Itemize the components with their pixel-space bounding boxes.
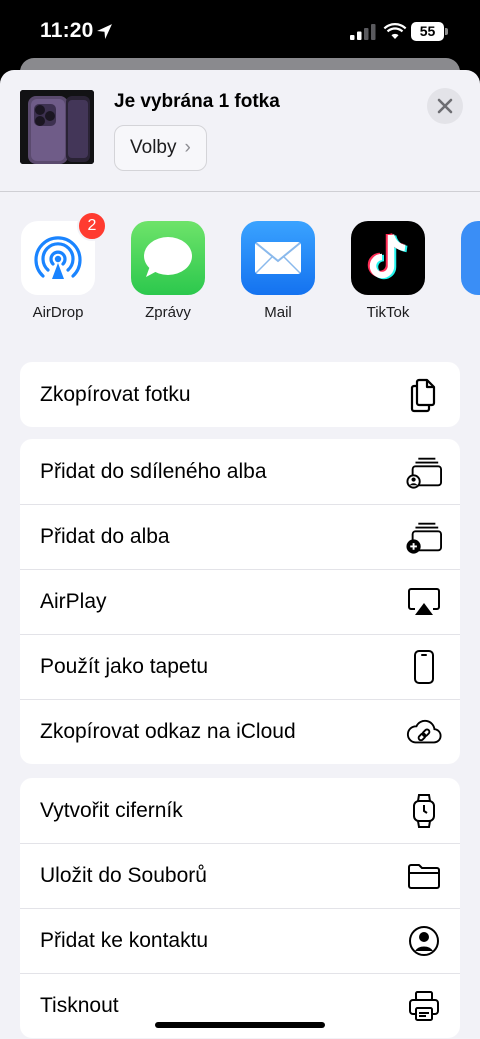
location-arrow-icon [97, 24, 112, 39]
app-label: TikTok [366, 304, 410, 321]
action-group-other: Vytvořit ciferník Uložit do Souborů Přid… [20, 778, 460, 1038]
phone-icon [406, 649, 442, 685]
action-label: Zkopírovat odkaz na iCloud [40, 719, 296, 743]
action-label: Zkopírovat fotku [40, 382, 191, 406]
copy-icon [406, 377, 442, 413]
action-copy-photo[interactable]: Zkopírovat fotku [20, 362, 460, 427]
header-divider [0, 191, 480, 192]
options-label: Volby [130, 137, 177, 158]
folder-icon [406, 858, 442, 894]
battery-level: 55 [411, 22, 444, 41]
action-label: Přidat ke kontaktu [40, 928, 209, 952]
action-airplay[interactable]: AirPlay [20, 569, 460, 634]
action-save-to-files[interactable]: Uložit do Souborů [20, 843, 460, 908]
battery-indicator: 55 [411, 22, 448, 41]
airdrop-icon: 2 [21, 211, 107, 295]
action-label: Přidat do sdíleného alba [40, 459, 267, 483]
home-indicator [155, 1022, 325, 1028]
cellular-signal-icon [350, 24, 376, 40]
action-add-to-contact[interactable]: Přidat ke kontaktu [20, 908, 460, 973]
action-group-photos: Přidat do sdíleného alba Přidat do alba [20, 439, 460, 764]
action-label: Vytvořit ciferník [40, 798, 183, 822]
action-copy-icloud-link[interactable]: Zkopírovat odkaz na iCloud [20, 699, 460, 764]
add-album-icon [406, 519, 442, 555]
app-share-row: 2 AirDrop Zprávy Mail TikTok [0, 211, 480, 331]
tiktok-icon [351, 221, 425, 295]
messages-icon [131, 221, 205, 295]
shared-album-icon [406, 454, 442, 490]
airplay-icon [406, 584, 442, 620]
options-button[interactable]: Volby › [114, 125, 207, 171]
action-group-copy: Zkopírovat fotku [20, 362, 460, 427]
action-label: Uložit do Souborů [40, 863, 207, 887]
close-button[interactable] [427, 88, 463, 124]
icloud-link-icon [406, 714, 442, 750]
action-add-album[interactable]: Přidat do alba [20, 504, 460, 569]
iphone-photo-image [20, 90, 94, 164]
action-add-shared-album[interactable]: Přidat do sdíleného alba [20, 439, 460, 504]
contact-icon [406, 923, 442, 959]
wifi-icon [383, 23, 407, 39]
app-messages[interactable]: Zprávy [120, 221, 216, 321]
chevron-right-icon: › [184, 137, 191, 158]
selection-title: Je vybrána 1 fotka [114, 91, 280, 112]
photo-thumbnail [20, 90, 94, 164]
action-create-watch-face[interactable]: Vytvořit ciferník [20, 778, 460, 843]
app-label: Zprávy [145, 304, 191, 321]
action-label: Tisknout [40, 993, 119, 1017]
share-sheet: Je vybrána 1 fotka Volby › 2 AirDrop Zpr… [0, 70, 480, 1039]
close-icon [437, 98, 453, 114]
partial-app-icon [461, 221, 480, 295]
watch-icon [406, 793, 442, 829]
action-print[interactable]: Tisknout [20, 973, 460, 1038]
app-mail[interactable]: Mail [230, 221, 326, 321]
app-label: AirDrop [32, 304, 84, 321]
printer-icon [406, 988, 442, 1024]
action-use-as-wallpaper[interactable]: Použít jako tapetu [20, 634, 460, 699]
action-label: Přidat do alba [40, 524, 170, 548]
app-airdrop[interactable]: 2 AirDrop [10, 211, 107, 321]
app-partial[interactable]: T [450, 221, 480, 321]
status-bar: 11:20 55 [0, 0, 480, 62]
app-label: T [450, 304, 480, 321]
share-header: Je vybrána 1 fotka Volby › [0, 70, 480, 192]
status-time: 11:20 [40, 19, 94, 42]
notification-badge: 2 [77, 211, 107, 241]
app-tiktok[interactable]: TikTok [340, 221, 436, 321]
action-label: Použít jako tapetu [40, 654, 209, 678]
mail-icon [241, 221, 315, 295]
app-label: Mail [264, 304, 292, 321]
action-label: AirPlay [40, 589, 107, 613]
